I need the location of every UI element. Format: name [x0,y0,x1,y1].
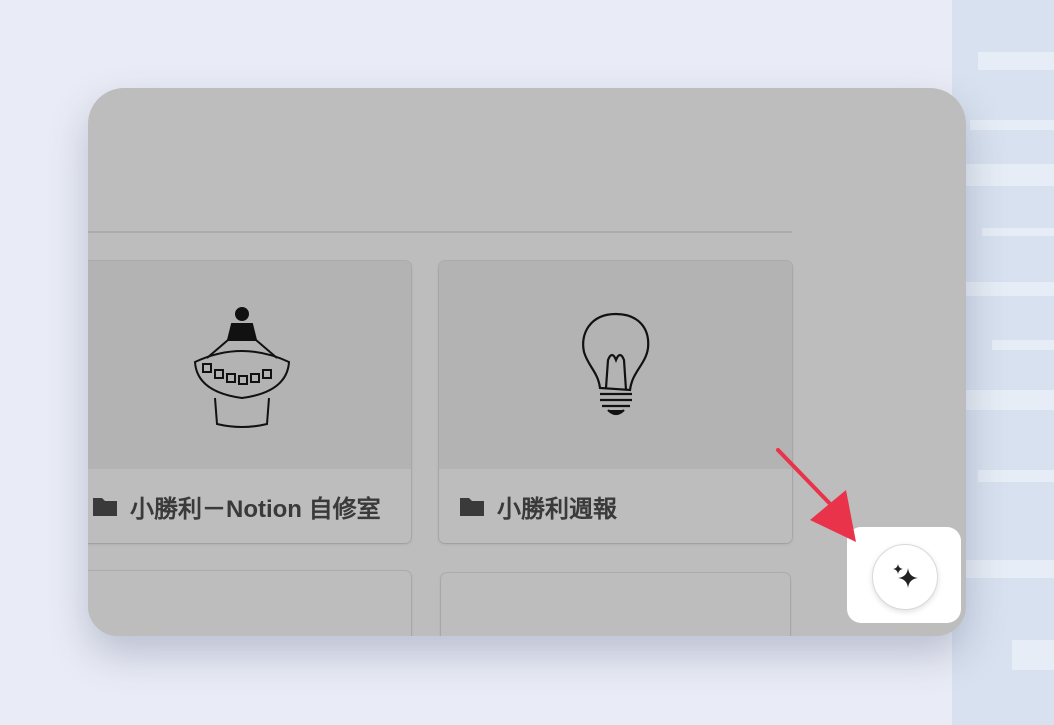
page-card-partial[interactable] [441,573,790,636]
folder-icon [93,498,117,516]
card-title: 小勝利週報 [497,495,617,523]
background-window [952,0,1054,725]
card-cover [439,261,792,469]
folder-icon [460,498,484,516]
page-card-notion-study[interactable]: 小勝利－Notion 自修室 [88,261,411,543]
section-divider [88,231,792,233]
card-caption: 小勝利週報 [439,469,792,543]
sparkles-icon [893,564,918,588]
notion-window-dimmed: 小勝利－Notion 自修室 小勝利週報 [88,88,966,636]
lightbulb-illustration [581,312,649,416]
page-card-weekly-report[interactable]: 小勝利週報 [439,261,792,543]
annotation-arrow [776,448,856,542]
notion-ai-button[interactable] [872,544,938,610]
card-caption: 小勝利－Notion 自修室 [88,469,411,543]
card-title: 小勝利－Notion 自修室 [130,495,381,523]
casino-dealer-illustration [193,307,290,428]
page-card-partial[interactable] [88,571,411,636]
card-cover [88,261,411,469]
